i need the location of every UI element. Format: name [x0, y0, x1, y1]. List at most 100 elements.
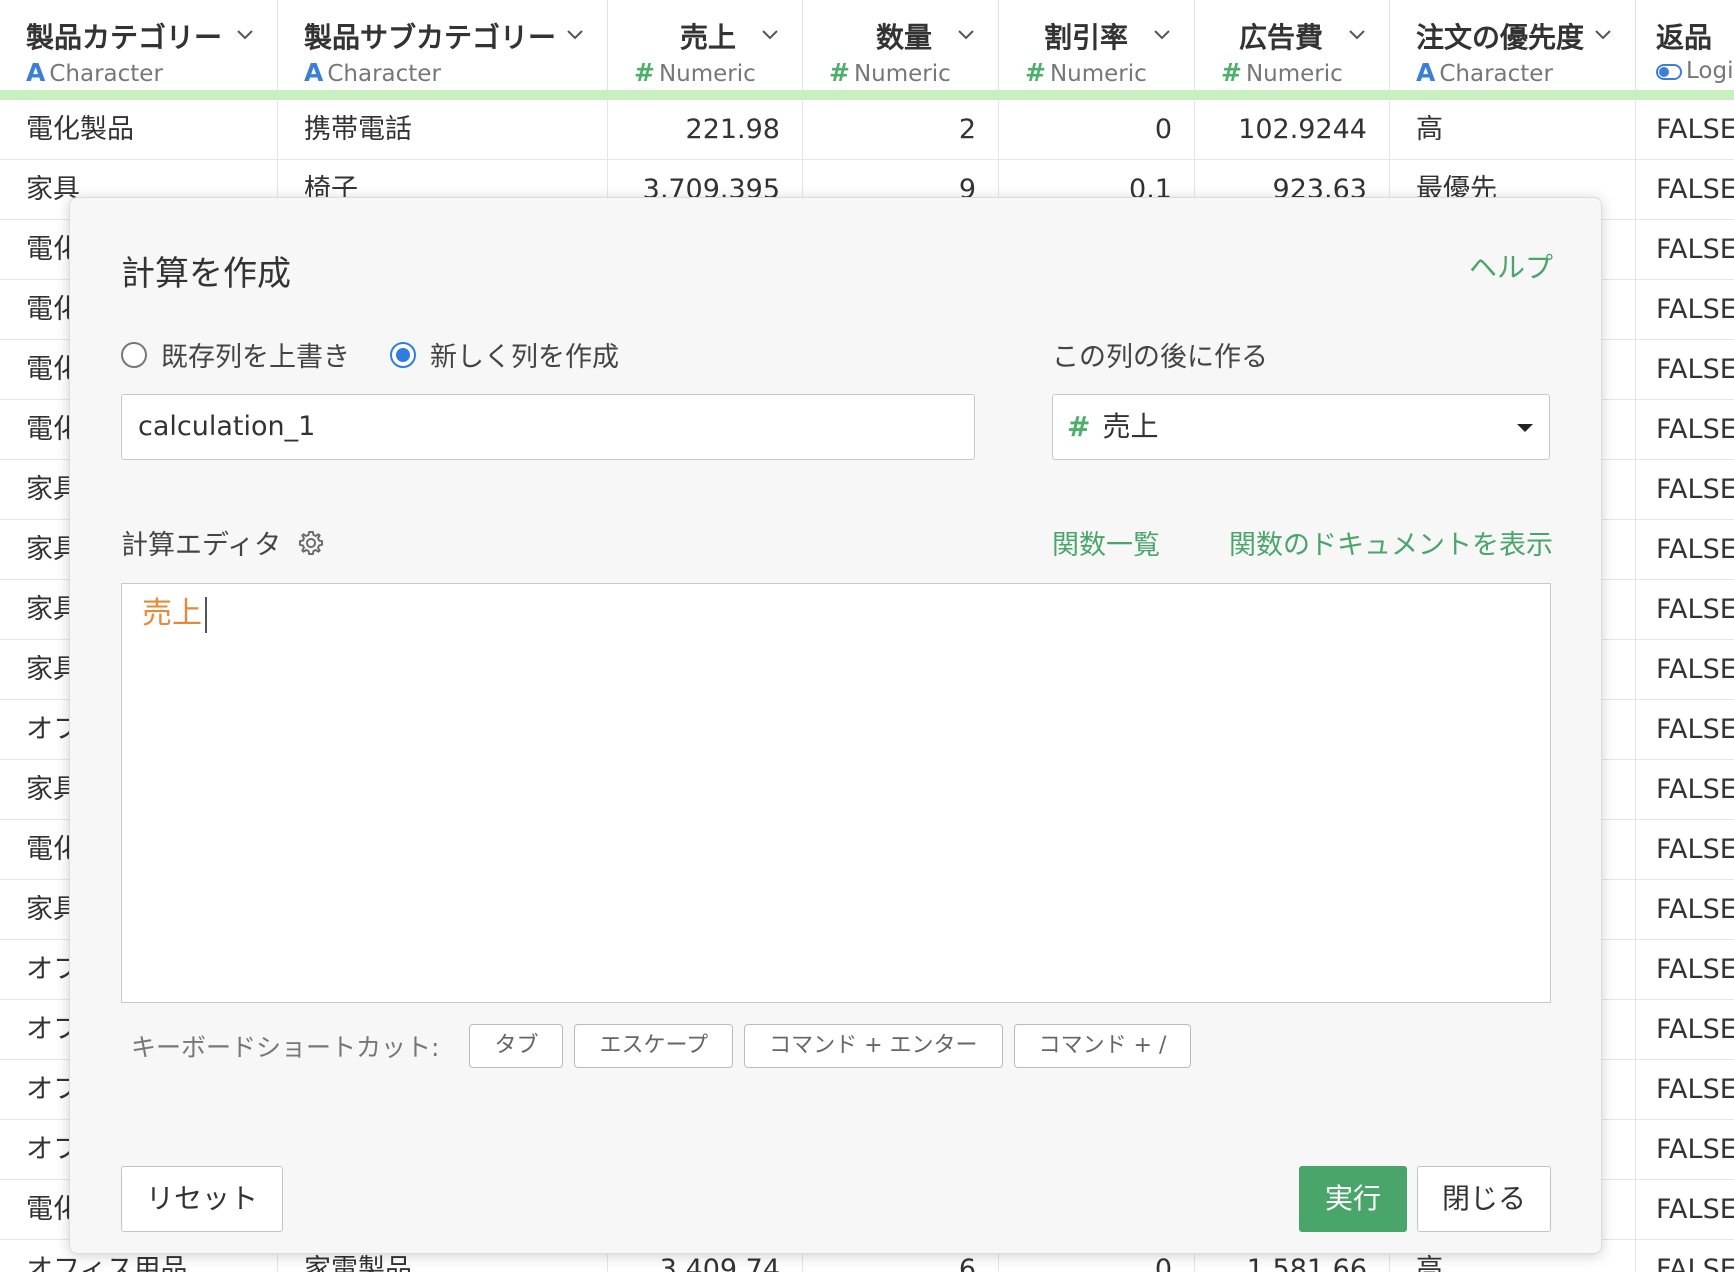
column-name: 注文の優先度 — [1416, 21, 1585, 54]
editor-token-column: 売上 — [142, 596, 202, 631]
table-cell[interactable]: FALSE — [1636, 1120, 1734, 1180]
editor-label-group: 計算エディタ — [121, 523, 325, 562]
column-name: 製品カテゴリー — [26, 21, 223, 54]
calculation-editor[interactable]: 売上 — [121, 583, 1551, 1003]
table-cell[interactable]: FALSE — [1636, 700, 1734, 760]
function-list-link[interactable]: 関数一覧 — [1052, 523, 1160, 562]
table-cell[interactable]: FALSE — [1636, 100, 1734, 160]
table-cell[interactable]: FALSE — [1636, 220, 1734, 280]
column-type: A Character — [304, 58, 441, 87]
column-header-discount-rate[interactable]: 割引率 # Numeric — [999, 0, 1195, 90]
radio-overwrite[interactable] — [121, 341, 147, 368]
numeric-type-icon: # — [1221, 58, 1242, 87]
table-cell[interactable]: FALSE — [1636, 280, 1734, 340]
shortcut-key-command-enter: コマンド + エンター — [744, 1024, 1003, 1068]
column-name: 売上 — [679, 21, 736, 54]
dialog-title: 計算を作成 — [121, 254, 291, 294]
editor-label: 計算エディタ — [121, 530, 282, 561]
radio-overwrite-label[interactable]: 既存列を上書き — [161, 335, 350, 374]
table-cell[interactable]: FALSE — [1636, 1000, 1734, 1060]
run-button[interactable]: 実行 — [1299, 1166, 1407, 1232]
chevron-down-icon[interactable] — [1154, 26, 1170, 42]
column-name: 広告費 — [1238, 21, 1323, 54]
table-cell[interactable]: FALSE — [1636, 580, 1734, 640]
table-cell[interactable]: FALSE — [1636, 820, 1734, 880]
table-row[interactable]: 電化製品 携帯電話 221.98 2 0 102.9244 高 FALSE — [0, 100, 1734, 160]
table-cell[interactable]: FALSE — [1636, 520, 1734, 580]
table-cell[interactable]: FALSE — [1636, 160, 1734, 220]
close-button[interactable]: 閉じる — [1417, 1166, 1551, 1232]
column-type: A Character — [1416, 58, 1553, 87]
after-column-label: この列の後に作る — [1052, 342, 1268, 373]
table-cell[interactable]: FALSE — [1636, 940, 1734, 1000]
table-cell[interactable]: 221.98 — [608, 100, 803, 160]
table-cell[interactable]: FALSE — [1636, 340, 1734, 400]
column-name: 製品サブカテゴリー — [304, 21, 557, 54]
numeric-type-icon: # — [1025, 58, 1046, 87]
table-cell[interactable]: FALSE — [1636, 760, 1734, 820]
shortcut-key-command-slash: コマンド + / — [1013, 1024, 1192, 1068]
table-cell[interactable]: 高 — [1390, 100, 1636, 160]
chevron-down-icon[interactable] — [237, 26, 253, 42]
column-name: 返品 — [1656, 21, 1713, 54]
table-cell[interactable]: FALSE — [1636, 460, 1734, 520]
column-name: 数量 — [875, 21, 932, 54]
radio-new-column[interactable] — [390, 341, 416, 368]
numeric-type-icon: # — [1067, 410, 1091, 443]
shortcut-key-escape: エスケープ — [574, 1024, 734, 1068]
shortcut-key-tab: タブ — [469, 1024, 564, 1068]
table-cell[interactable]: FALSE — [1636, 1060, 1734, 1120]
after-column-select[interactable]: # 売上 — [1052, 394, 1550, 460]
mode-radio-group: 既存列を上書き 新しく列を作成 — [121, 335, 659, 374]
column-type: # Numeric — [1025, 58, 1147, 87]
table-cell[interactable]: 電化製品 — [0, 100, 278, 160]
column-header-ad-cost[interactable]: 広告費 # Numeric — [1195, 0, 1390, 90]
table-cell[interactable]: FALSE — [1636, 640, 1734, 700]
chevron-down-icon[interactable] — [1595, 26, 1611, 42]
shortcuts-label: キーボードショートカット: — [131, 1033, 440, 1062]
editor-code: 売上 — [142, 594, 207, 634]
header-quality-bar — [0, 90, 1734, 100]
column-header-order-priority[interactable]: 注文の優先度 A Character — [1390, 0, 1636, 90]
column-header-product-category[interactable]: 製品カテゴリー A Character — [0, 0, 278, 90]
column-header-returned[interactable]: 返品 Logi — [1636, 0, 1734, 90]
table-cell[interactable]: 102.9244 — [1195, 100, 1390, 160]
table-cell[interactable]: FALSE — [1636, 1180, 1734, 1240]
chevron-down-icon[interactable] — [958, 26, 974, 42]
numeric-type-icon: # — [634, 58, 655, 87]
function-docs-link[interactable]: 関数のドキュメントを表示 — [1229, 523, 1553, 562]
table-cell[interactable]: FALSE — [1636, 400, 1734, 460]
column-header-quantity[interactable]: 数量 # Numeric — [803, 0, 999, 90]
radio-new-column-label[interactable]: 新しく列を作成 — [430, 335, 619, 374]
help-link[interactable]: ヘルプ — [1469, 246, 1553, 286]
chevron-down-icon[interactable] — [567, 26, 583, 42]
column-type: Logi — [1656, 58, 1733, 84]
reset-button[interactable]: リセット — [121, 1166, 283, 1232]
chevron-down-icon[interactable] — [1349, 26, 1365, 42]
caret-down-icon — [1517, 424, 1533, 432]
column-type: # Numeric — [1221, 58, 1343, 87]
after-column-value: 売上 — [1102, 410, 1159, 443]
chevron-down-icon[interactable] — [762, 26, 778, 42]
column-header-product-subcategory[interactable]: 製品サブカテゴリー A Character — [278, 0, 608, 90]
table-cell[interactable]: 携帯電話 — [278, 100, 608, 160]
column-name: 割引率 — [1043, 21, 1128, 54]
column-header-sales[interactable]: 売上 # Numeric — [608, 0, 803, 90]
text-cursor — [205, 596, 207, 633]
column-type: # Numeric — [634, 58, 756, 87]
numeric-type-icon: # — [829, 58, 850, 87]
new-column-name-input[interactable]: calculation_1 — [121, 394, 975, 460]
table-cell[interactable]: FALSE — [1636, 1240, 1734, 1272]
table-cell[interactable]: FALSE — [1636, 880, 1734, 940]
table-cell[interactable]: 0 — [999, 100, 1195, 160]
character-type-icon: A — [26, 58, 46, 87]
keyboard-shortcuts: キーボードショートカット: タブ エスケープ コマンド + エンター コマンド … — [131, 1024, 1202, 1068]
column-header-row: 製品カテゴリー A Character 製品サブカテゴリー A Character … — [0, 0, 1734, 90]
table-cell[interactable]: 2 — [803, 100, 999, 160]
character-type-icon: A — [304, 58, 324, 87]
column-type: A Character — [26, 58, 163, 87]
column-type: # Numeric — [829, 58, 951, 87]
gear-icon[interactable] — [297, 529, 325, 557]
toggle-type-icon — [1656, 63, 1682, 80]
character-type-icon: A — [1416, 58, 1436, 87]
